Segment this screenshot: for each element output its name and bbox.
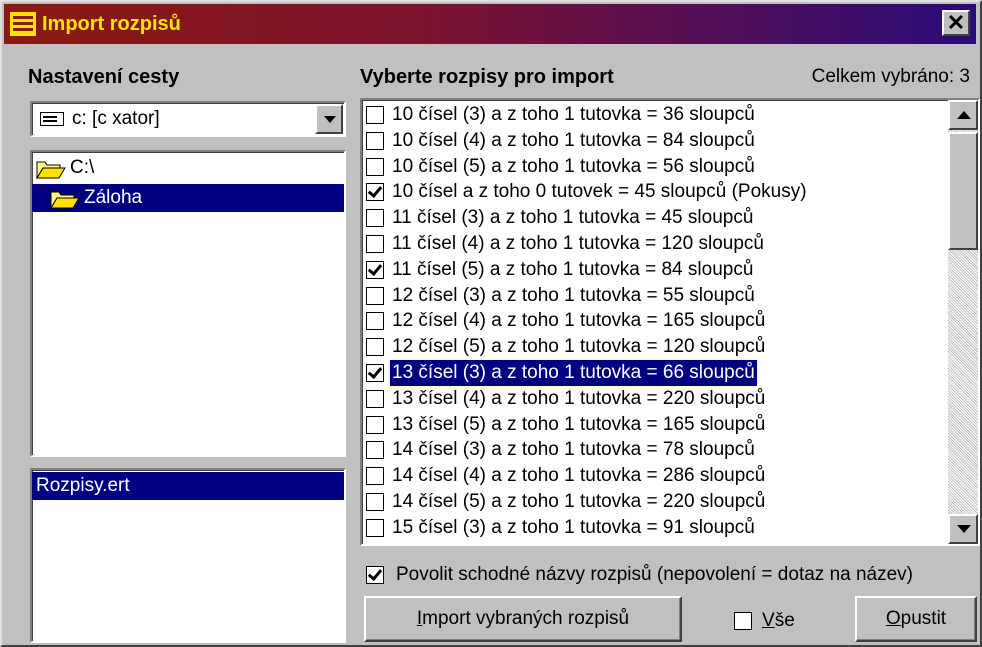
item-checkbox[interactable] [366,518,384,537]
select-all-accel: V [762,610,775,631]
import-dialog: Import rozpisů ✕ Nastavení cesty c: [c x… [0,0,982,647]
drive-select[interactable]: c: [c xator] [30,101,346,137]
selected-count: Celkem vybráno: 3 [811,66,970,87]
list-item[interactable]: 10 čísel (4) a z toho 1 tutovka = 84 slo… [362,128,952,154]
item-label: 12 čísel (3) a z toho 1 tutovka = 55 slo… [392,284,755,306]
select-all-label: Vše [762,608,795,634]
folder-item[interactable]: Záloha [32,184,344,212]
list-item[interactable]: 13 čísel (4) a z toho 1 tutovka = 220 sl… [362,386,952,412]
import-label: mport vybraných rozpisů [422,608,630,629]
item-label: 10 čísel (3) a z toho 1 tutovka = 36 slo… [392,104,755,125]
item-checkbox[interactable] [366,467,384,486]
item-checkbox[interactable] [366,235,384,253]
list-item[interactable]: 15 čísel (3) a z toho 1 tutovka = 91 slo… [362,515,952,541]
allow-duplicate-names-label: Povolit schodné názvy rozpisů (nepovolen… [396,564,914,585]
scroll-up-button[interactable] [948,100,978,130]
scroll-thumb[interactable] [948,132,978,250]
item-checkbox[interactable] [366,131,384,150]
window-title: Import rozpisů [42,13,181,35]
quit-label: pustit [900,608,947,629]
item-label: 11 čísel (5) a z toho 1 tutovka = 84 slo… [392,258,754,280]
item-label: 11 čísel (4) a z toho 1 tutovka = 120 sl… [392,233,764,254]
item-checkbox[interactable] [366,157,384,176]
list-item[interactable]: 10 čísel a z toho 0 tutovek = 45 sloupců… [362,179,952,205]
scrollbar[interactable] [948,100,978,544]
select-all-text: še [774,610,795,631]
folder-label: C:\ [70,157,95,178]
list-item[interactable]: 11 čísel (4) a z toho 1 tutovka = 120 sl… [362,231,952,257]
list-item[interactable]: 14 čísel (3) a z toho 1 tutovka = 78 slo… [362,437,952,463]
chevron-down-icon [324,116,336,123]
quit-button[interactable]: Opustit [855,596,977,642]
drive-dropdown-button[interactable] [315,104,343,134]
file-item[interactable]: Rozpisy.ert [32,472,344,500]
item-checkbox[interactable] [366,183,384,202]
item-label: 10 čísel (4) a z toho 1 tutovka = 84 slo… [392,129,755,151]
item-checkbox[interactable] [366,493,384,511]
folder-list[interactable]: C:\ Záloha [30,150,346,457]
allow-duplicate-names-checkbox[interactable] [366,566,384,584]
list-item[interactable]: 12 čísel (5) a z toho 1 tutovka = 120 sl… [362,334,952,360]
item-label: 13 čísel (5) a z toho 1 tutovka = 165 sl… [392,413,766,435]
list-item[interactable]: 13 čísel (3) a z toho 1 tutovka = 66 slo… [362,359,952,387]
import-selected-button[interactable]: Import vybraných rozpisů [364,596,682,642]
item-label: 12 čísel (5) a z toho 1 tutovka = 120 sl… [392,336,766,358]
item-label: 14 čísel (5) a z toho 1 tutovka = 220 sl… [392,491,766,512]
scroll-down-button[interactable] [948,514,978,544]
title-bar[interactable]: Import rozpisů ✕ [4,4,976,44]
item-label: 10 čísel a z toho 0 tutovek = 45 sloupců… [392,181,807,203]
quit-accel: O [885,608,901,629]
item-label: 13 čísel (3) a z toho 1 tutovka = 66 slo… [389,359,758,387]
drive-value: c: [c xator] [72,108,160,129]
folder-item[interactable]: C:\ [32,154,344,182]
select-all-checkbox[interactable] [734,612,752,630]
arrow-down-icon [957,525,971,533]
schedule-list[interactable]: 10 čísel (3) a z toho 1 tutovka = 36 slo… [360,98,980,546]
item-label: 14 čísel (4) a z toho 1 tutovka = 286 sl… [392,465,766,487]
list-item[interactable]: 11 čísel (3) a z toho 1 tutovka = 45 slo… [362,205,952,231]
item-label: 14 čísel (3) a z toho 1 tutovka = 78 slo… [392,439,755,461]
item-checkbox[interactable] [366,312,384,331]
item-checkbox[interactable] [366,389,384,408]
path-label: Nastavení cesty [28,66,180,88]
select-label: Vyberte rozpisy pro import [360,66,614,88]
list-item[interactable]: 10 čísel (3) a z toho 1 tutovka = 36 slo… [362,102,952,128]
item-label: 13 čísel (4) a z toho 1 tutovka = 220 sl… [392,387,766,409]
item-checkbox[interactable] [366,364,384,382]
item-checkbox[interactable] [366,286,384,305]
list-item[interactable]: 12 čísel (4) a z toho 1 tutovka = 165 sl… [362,308,952,334]
arrow-up-icon [957,111,971,119]
close-button[interactable]: ✕ [942,10,970,36]
item-checkbox[interactable] [366,415,384,434]
item-checkbox[interactable] [366,338,384,357]
list-item[interactable]: 12 čísel (3) a z toho 1 tutovka = 55 slo… [362,283,952,309]
item-checkbox[interactable] [366,106,384,124]
app-icon [10,12,36,36]
folder-open-icon [36,161,66,179]
list-item[interactable]: 14 čísel (5) a z toho 1 tutovka = 220 sl… [362,489,952,515]
item-checkbox[interactable] [366,260,384,279]
list-item[interactable]: 14 čísel (4) a z toho 1 tutovka = 286 sl… [362,463,952,489]
item-label: 11 čísel (3) a z toho 1 tutovka = 45 slo… [392,207,754,229]
list-item[interactable]: 13 čísel (5) a z toho 1 tutovka = 165 sl… [362,412,952,438]
item-checkbox[interactable] [366,441,384,460]
folder-label: Záloha [84,187,143,208]
item-label: 15 čísel (3) a z toho 1 tutovka = 91 slo… [392,516,755,538]
folder-open-icon [50,191,80,209]
item-label: 10 čísel (5) a z toho 1 tutovka = 56 slo… [392,155,755,177]
item-checkbox[interactable] [366,209,384,228]
file-list[interactable]: Rozpisy.ert [30,468,346,643]
item-label: 12 čísel (4) a z toho 1 tutovka = 165 sl… [392,310,766,332]
list-item[interactable]: 10 čísel (5) a z toho 1 tutovka = 56 slo… [362,154,952,180]
list-item[interactable]: 11 čísel (5) a z toho 1 tutovka = 84 slo… [362,257,952,283]
drive-icon [40,112,64,126]
